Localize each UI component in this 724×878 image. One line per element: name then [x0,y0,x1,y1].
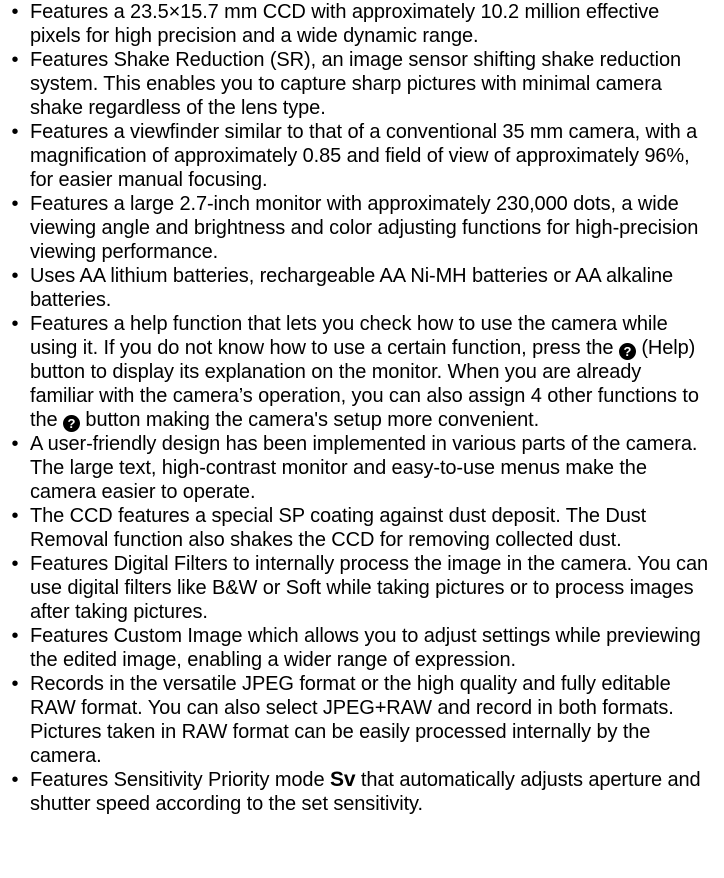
list-item: • Features Shake Reduction (SR), an imag… [5,48,710,120]
bullet-marker: • [11,769,19,791]
bullet-marker: • [11,625,19,647]
item-text: Records in the versatile JPEG format or … [30,673,674,767]
list-item: • A user-friendly design has been implem… [5,432,710,504]
item-text-part: Features Sensitivity Priority mode [30,769,330,791]
item-text: Uses AA lithium batteries, rechargeable … [30,265,674,311]
list-item: • Features a 23.5×15.7 mm CCD with appro… [5,0,710,48]
bullet-marker: • [11,433,19,455]
bullet-marker: • [11,505,19,527]
bullet-marker: • [11,1,19,23]
item-text: Features Shake Reduction (SR), an image … [30,49,682,119]
help-button-icon: ? [62,415,80,432]
list-item: • Features a help function that lets you… [5,312,710,432]
item-text: A user-friendly design has been implemen… [30,433,698,503]
bullet-marker: • [11,673,19,695]
list-item: • Records in the versatile JPEG format o… [5,672,710,768]
features-list: • Features a 23.5×15.7 mm CCD with appro… [5,0,710,816]
item-text: Features Custom Image which allows you t… [30,625,701,671]
list-item: • The CCD features a special SP coating … [5,504,710,552]
list-item: • Features a large 2.7-inch monitor with… [5,192,710,264]
bullet-marker: • [11,265,19,287]
list-item: • Features Sensitivity Priority mode Sv … [5,768,710,816]
help-button-icon: ? [618,343,636,360]
item-text-part: Features a help function that lets you c… [30,313,668,359]
bullet-marker: • [11,193,19,215]
bullet-marker: • [11,49,19,71]
document-page: • Features a 23.5×15.7 mm CCD with appro… [0,0,724,878]
item-text: The CCD features a special SP coating ag… [30,505,647,551]
item-text: Features a 23.5×15.7 mm CCD with approxi… [30,1,660,47]
list-item: • Uses AA lithium batteries, rechargeabl… [5,264,710,312]
list-item: • Features Custom Image which allows you… [5,624,710,672]
bullet-marker: • [11,313,19,335]
list-item: • Features a viewfinder similar to that … [5,120,710,192]
sv-mode-label: Sv [329,768,356,791]
list-item: • Features Digital Filters to internally… [5,552,710,624]
bullet-marker: • [11,121,19,143]
item-text-part: button making the camera's setup more co… [79,409,540,431]
item-text: Features a large 2.7-inch monitor with a… [30,193,699,263]
item-text: Features Digital Filters to internally p… [30,553,708,623]
item-text: Features a viewfinder similar to that of… [30,121,698,191]
bullet-marker: • [11,553,19,575]
